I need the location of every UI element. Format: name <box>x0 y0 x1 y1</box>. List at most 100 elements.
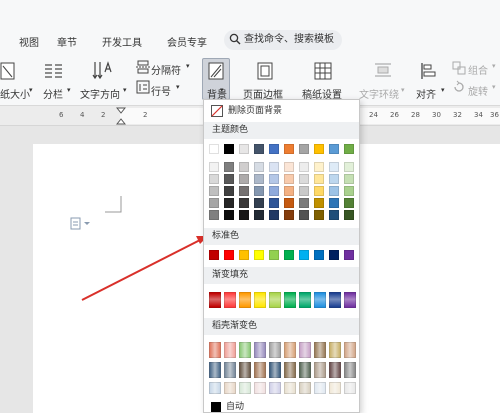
theme-shade-swatch[interactable] <box>239 174 249 184</box>
docer-gradient-swatch[interactable] <box>224 362 236 378</box>
standard-color-swatch[interactable] <box>239 250 249 260</box>
docer-gradient-swatch[interactable] <box>209 382 221 394</box>
theme-color-swatch[interactable] <box>329 144 339 154</box>
docer-gradient-swatch[interactable] <box>224 382 236 394</box>
docer-gradient-swatch[interactable] <box>299 382 311 394</box>
gradient-fill-swatch[interactable] <box>314 292 326 308</box>
theme-shade-swatch[interactable] <box>209 186 219 196</box>
docer-gradient-swatch[interactable] <box>239 362 251 378</box>
docer-gradient-swatch[interactable] <box>344 382 356 394</box>
docer-gradient-swatch[interactable] <box>299 362 311 378</box>
standard-color-swatch[interactable] <box>269 250 279 260</box>
theme-shade-swatch[interactable] <box>209 174 219 184</box>
theme-shade-swatch[interactable] <box>269 198 279 208</box>
gradient-fill-swatch[interactable] <box>299 292 311 308</box>
theme-shade-swatch[interactable] <box>224 174 234 184</box>
theme-shade-swatch[interactable] <box>299 210 309 220</box>
theme-shade-swatch[interactable] <box>284 162 294 172</box>
gradient-fill-swatch[interactable] <box>239 292 251 308</box>
theme-shade-swatch[interactable] <box>224 198 234 208</box>
theme-shade-swatch[interactable] <box>314 162 324 172</box>
standard-color-swatch[interactable] <box>209 250 219 260</box>
docer-gradient-swatch[interactable] <box>329 342 341 358</box>
theme-shade-swatch[interactable] <box>269 210 279 220</box>
theme-color-swatch[interactable] <box>239 144 249 154</box>
theme-shade-swatch[interactable] <box>284 210 294 220</box>
theme-shade-swatch[interactable] <box>239 198 249 208</box>
theme-shade-swatch[interactable] <box>284 186 294 196</box>
docer-gradient-swatch[interactable] <box>254 342 266 358</box>
theme-shade-swatch[interactable] <box>254 162 264 172</box>
theme-color-swatch[interactable] <box>269 144 279 154</box>
theme-shade-swatch[interactable] <box>299 198 309 208</box>
standard-color-swatch[interactable] <box>329 250 339 260</box>
docer-gradient-swatch[interactable] <box>254 362 266 378</box>
docer-gradient-swatch[interactable] <box>239 342 251 358</box>
theme-shade-swatch[interactable] <box>314 186 324 196</box>
theme-shade-swatch[interactable] <box>239 186 249 196</box>
theme-shade-swatch[interactable] <box>344 162 354 172</box>
docer-gradient-swatch[interactable] <box>209 362 221 378</box>
theme-color-swatch[interactable] <box>224 144 234 154</box>
theme-shade-swatch[interactable] <box>344 198 354 208</box>
theme-shade-swatch[interactable] <box>329 174 339 184</box>
docer-gradient-swatch[interactable] <box>269 342 281 358</box>
docer-gradient-swatch[interactable] <box>329 382 341 394</box>
theme-shade-swatch[interactable] <box>224 162 234 172</box>
docer-gradient-swatch[interactable] <box>224 342 236 358</box>
docer-gradient-swatch[interactable] <box>284 362 296 378</box>
docer-gradient-swatch[interactable] <box>314 342 326 358</box>
gradient-fill-swatch[interactable] <box>344 292 356 308</box>
theme-color-swatch[interactable] <box>299 144 309 154</box>
docer-gradient-swatch[interactable] <box>344 342 356 358</box>
standard-color-swatch[interactable] <box>224 250 234 260</box>
theme-shade-swatch[interactable] <box>314 198 324 208</box>
theme-shade-swatch[interactable] <box>269 162 279 172</box>
auto-color-item[interactable]: 自动 <box>204 401 359 413</box>
theme-shade-swatch[interactable] <box>344 186 354 196</box>
standard-color-swatch[interactable] <box>344 250 354 260</box>
theme-shade-swatch[interactable] <box>254 186 264 196</box>
gradient-fill-swatch[interactable] <box>329 292 341 308</box>
theme-shade-swatch[interactable] <box>269 186 279 196</box>
docer-gradient-swatch[interactable] <box>254 382 266 394</box>
theme-shade-swatch[interactable] <box>254 174 264 184</box>
theme-color-swatch[interactable] <box>314 144 324 154</box>
gradient-fill-swatch[interactable] <box>209 292 221 308</box>
gradient-fill-swatch[interactable] <box>224 292 236 308</box>
theme-shade-swatch[interactable] <box>254 198 264 208</box>
theme-shade-swatch[interactable] <box>329 186 339 196</box>
theme-shade-swatch[interactable] <box>239 162 249 172</box>
theme-shade-swatch[interactable] <box>254 210 264 220</box>
standard-color-swatch[interactable] <box>299 250 309 260</box>
docer-gradient-swatch[interactable] <box>314 382 326 394</box>
theme-shade-swatch[interactable] <box>314 174 324 184</box>
theme-shade-swatch[interactable] <box>299 186 309 196</box>
theme-shade-swatch[interactable] <box>224 186 234 196</box>
docer-gradient-swatch[interactable] <box>344 362 356 378</box>
theme-shade-swatch[interactable] <box>224 210 234 220</box>
theme-color-swatch[interactable] <box>254 144 264 154</box>
theme-shade-swatch[interactable] <box>269 174 279 184</box>
standard-color-swatch[interactable] <box>254 250 264 260</box>
docer-gradient-swatch[interactable] <box>314 362 326 378</box>
theme-shade-swatch[interactable] <box>209 198 219 208</box>
docer-gradient-swatch[interactable] <box>329 362 341 378</box>
remove-background-item[interactable]: 删除页面背景 <box>204 104 359 118</box>
docer-gradient-swatch[interactable] <box>299 342 311 358</box>
theme-shade-swatch[interactable] <box>284 198 294 208</box>
theme-shade-swatch[interactable] <box>314 210 324 220</box>
theme-shade-swatch[interactable] <box>209 162 219 172</box>
theme-color-swatch[interactable] <box>284 144 294 154</box>
theme-shade-swatch[interactable] <box>209 210 219 220</box>
theme-color-swatch[interactable] <box>344 144 354 154</box>
docer-gradient-swatch[interactable] <box>209 342 221 358</box>
docer-gradient-swatch[interactable] <box>239 382 251 394</box>
docer-gradient-swatch[interactable] <box>284 382 296 394</box>
theme-color-swatch[interactable] <box>209 144 219 154</box>
gradient-fill-swatch[interactable] <box>284 292 296 308</box>
theme-shade-swatch[interactable] <box>299 174 309 184</box>
theme-shade-swatch[interactable] <box>284 174 294 184</box>
theme-shade-swatch[interactable] <box>239 210 249 220</box>
theme-shade-swatch[interactable] <box>329 210 339 220</box>
